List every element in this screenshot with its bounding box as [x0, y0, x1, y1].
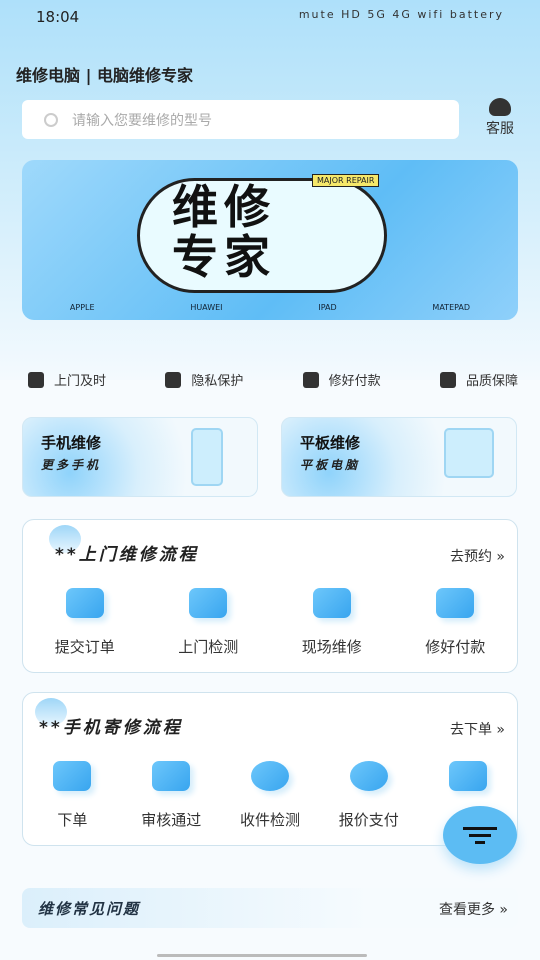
section-title: **上门维修流程 — [55, 545, 199, 565]
card-subtitle: 平板电脑 — [300, 458, 361, 472]
pulse-shield-icon — [189, 588, 228, 618]
step-review[interactable]: 审核通过 — [122, 757, 221, 830]
shield-icon — [439, 371, 456, 388]
faq-title: 维修常见问题 — [38, 900, 141, 918]
phone-wrench-icon — [191, 428, 223, 486]
banner-tag: MAJOR REPAIR — [312, 174, 380, 187]
search-input[interactable]: 请输入您要维修的型号 — [22, 100, 459, 139]
yuan-chat-icon — [349, 761, 388, 791]
search-placeholder: 请输入您要维修的型号 — [72, 112, 212, 129]
feature-row: 上门及时 隐私保护 修好付款 品质保障 — [28, 370, 518, 389]
page-title: 维修电脑 | 电脑维修专家 — [16, 66, 193, 85]
step-quote-pay[interactable]: 报价支付 — [319, 757, 418, 830]
onsite-process-section: **上门维修流程 去预约 » 提交订单 上门检测 现场维修 修好付款 — [22, 519, 518, 673]
section-title: **手机寄修流程 — [39, 718, 183, 738]
banner-headline: 维修 专家 — [172, 180, 276, 284]
feature-privacy: 隐私保护 — [165, 370, 243, 389]
promo-banner[interactable]: 维修 专家 MAJOR REPAIR APPLE HUAWEI IPAD MATEPAD — [22, 160, 518, 320]
step-pay[interactable]: 修好付款 — [394, 584, 518, 657]
door-icon — [448, 761, 487, 791]
search-icon — [44, 112, 58, 127]
status-icons: mute HD 5G 4G wifi battery — [298, 8, 504, 21]
order-link[interactable]: 去下单 » — [450, 719, 505, 739]
customer-service-button[interactable]: 客服 — [478, 98, 522, 138]
step-submit-order[interactable]: 提交订单 — [23, 584, 147, 657]
step-onsite-check[interactable]: 上门检测 — [147, 584, 271, 657]
headset-icon — [489, 98, 511, 116]
banner-brands: APPLE HUAWEI IPAD MATEPAD — [69, 303, 471, 312]
card-title: 手机维修 — [41, 434, 102, 452]
home-indicator[interactable] — [157, 954, 367, 957]
wrench-icon — [312, 588, 351, 618]
tablet-repair-card[interactable]: 平板维修 平板电脑 — [281, 417, 517, 497]
view-more-link[interactable]: 查看更多 » — [439, 899, 508, 919]
filter-fab[interactable] — [443, 806, 517, 864]
check-icon — [65, 588, 104, 618]
feature-quality: 品质保障 — [439, 370, 518, 389]
wallet-icon — [436, 588, 475, 618]
lightning-chat-icon — [250, 761, 289, 791]
door-icon — [28, 371, 44, 388]
tablet-wrench-icon — [444, 428, 494, 478]
step-onsite-repair[interactable]: 现场维修 — [270, 584, 394, 657]
service-label: 客服 — [486, 121, 514, 137]
feature-onsite: 上门及时 — [28, 370, 106, 389]
card-subtitle: 更多手机 — [41, 458, 102, 472]
step-order[interactable]: 下单 — [23, 757, 122, 830]
mail-process-section: **手机寄修流程 去下单 » 下单 审核通过 收件检测 报价支付 送 — [22, 692, 518, 846]
clock: 18:04 — [36, 8, 80, 26]
feature-pay: 修好付款 — [302, 370, 381, 389]
book-link[interactable]: 去预约 » — [450, 546, 505, 566]
lock-icon — [165, 371, 182, 388]
phone-repair-card[interactable]: 手机维修 更多手机 — [22, 417, 258, 497]
status-bar: 18:04 mute HD 5G 4G wifi battery — [36, 8, 504, 28]
step-receive-check[interactable]: 收件检测 — [221, 757, 320, 830]
clipboard-check-icon — [152, 761, 191, 791]
card-title: 平板维修 — [300, 434, 361, 452]
document-icon — [53, 761, 92, 791]
wallet-icon — [302, 371, 319, 388]
faq-section: 维修常见问题 查看更多 » — [22, 888, 518, 928]
